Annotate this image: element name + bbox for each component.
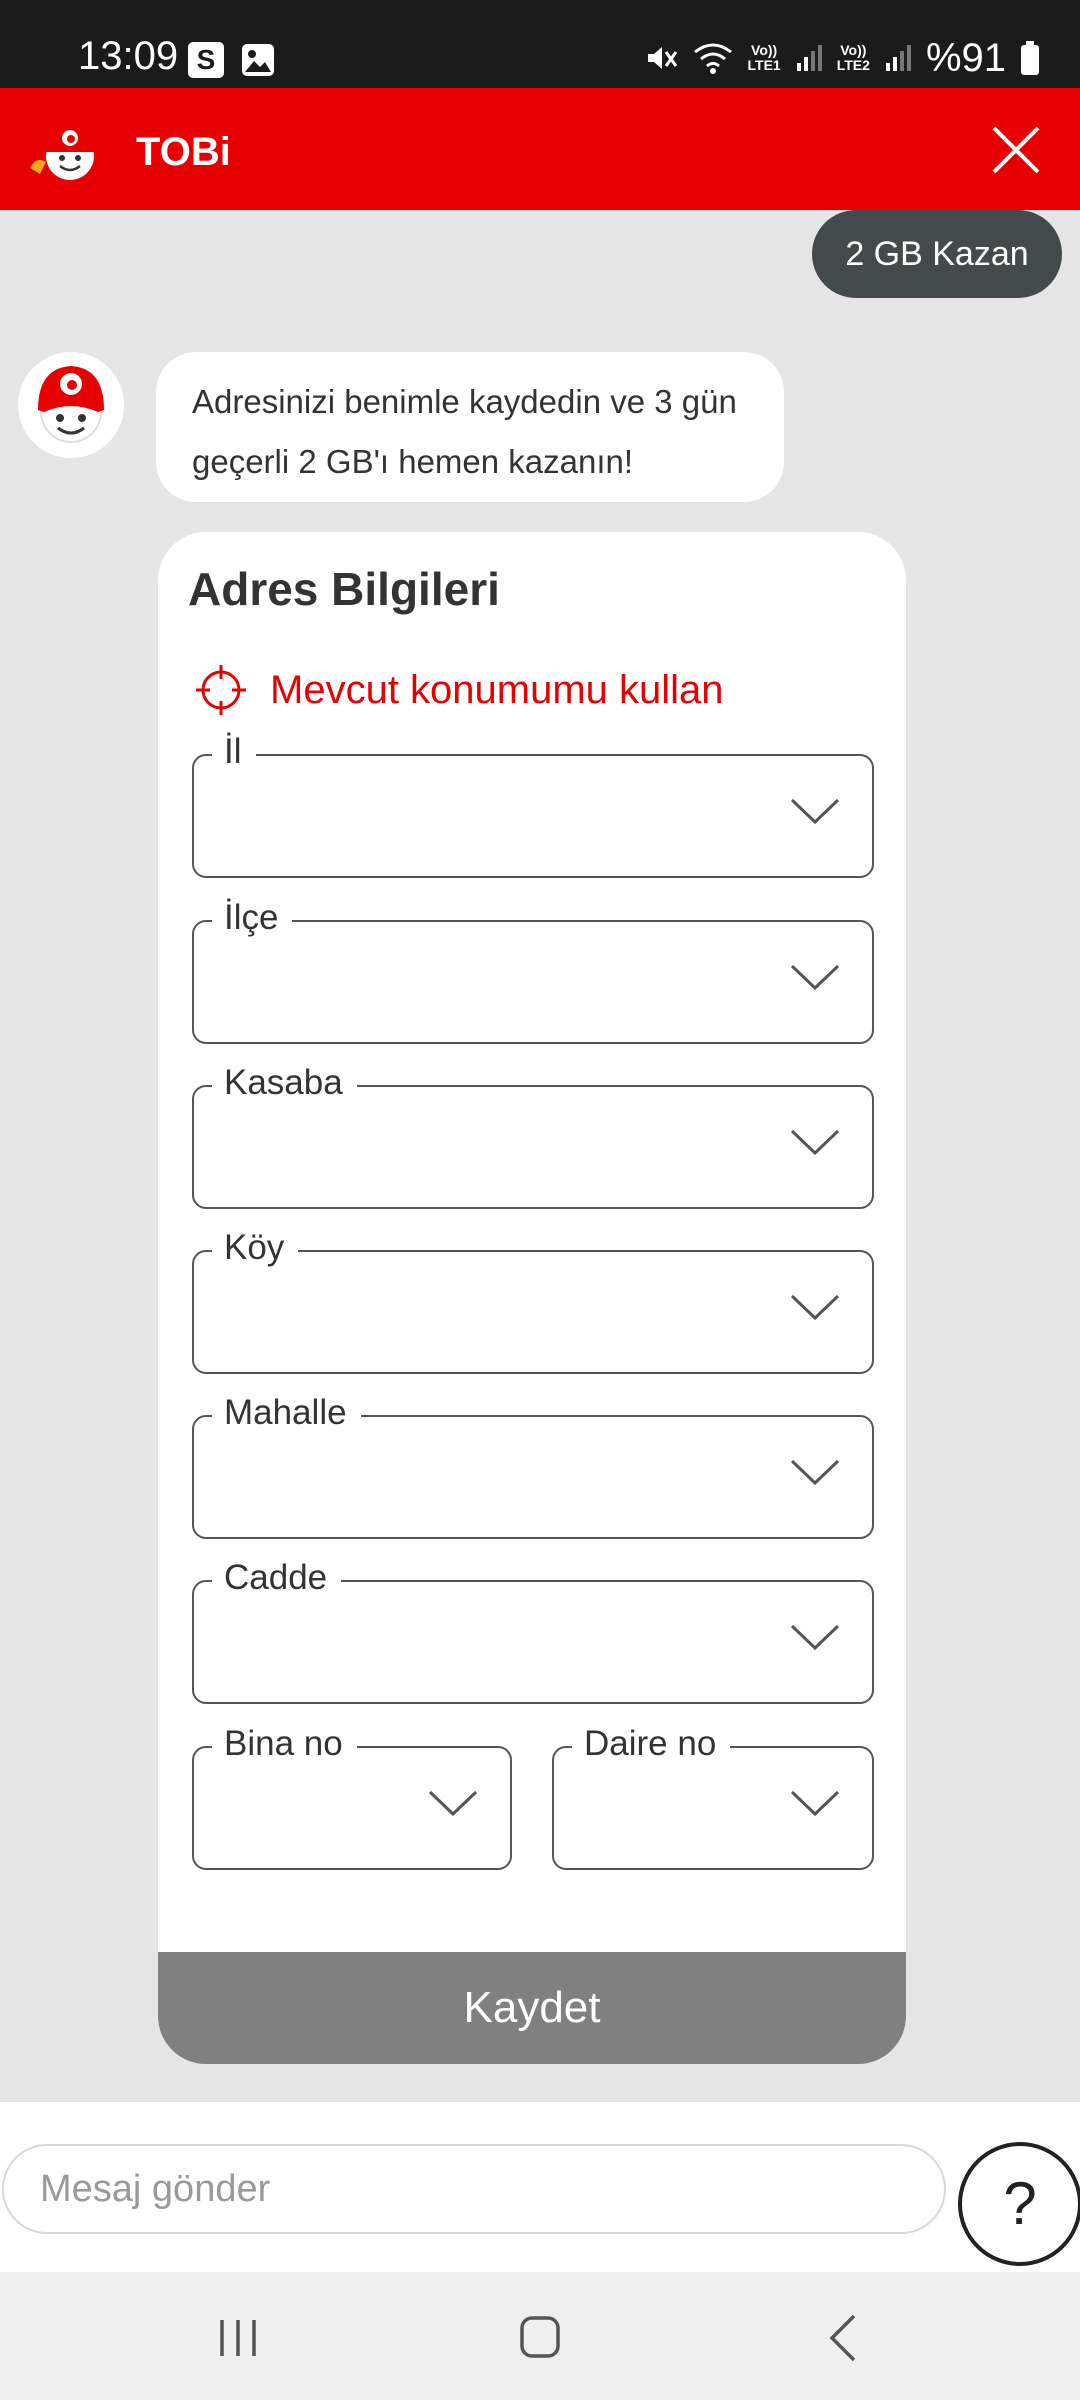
signal-icon [796, 45, 822, 71]
status-right: Vo)) LTE1 Vo)) LTE2 %91 [642, 34, 1040, 82]
koy-label: Köy [212, 1224, 299, 1272]
status-time: 13:09 [78, 34, 179, 78]
home-icon[interactable] [510, 2310, 570, 2366]
chevron-down-icon [790, 1129, 840, 1156]
network-1-vo: Vo)) [751, 42, 778, 58]
form-title: Adres Bilgileri [188, 563, 500, 615]
daire-no-label: Daire no [572, 1720, 731, 1768]
close-icon[interactable] [990, 124, 1042, 176]
bina-no-label: Bina no [212, 1720, 357, 1768]
chevron-down-icon [428, 1790, 478, 1817]
use-location-button[interactable]: Mevcut konumumu kullan [196, 650, 724, 730]
message-input-bar: ? [0, 2102, 1080, 2272]
quick-reply-chip[interactable]: 2 GB Kazan [812, 210, 1062, 298]
recent-apps-icon[interactable] [208, 2310, 268, 2366]
daire-no-select[interactable]: Daire no [552, 1720, 874, 1870]
message-input[interactable] [2, 2144, 946, 2234]
crosshair-icon [196, 665, 246, 715]
koy-select[interactable]: Köy [192, 1224, 874, 1374]
app-header: TOBi [0, 88, 1080, 210]
network-2-label: Vo)) LTE2 [837, 43, 870, 73]
chevron-down-icon [790, 1459, 840, 1486]
network-1-label: Vo)) LTE1 [748, 43, 781, 73]
chevron-down-icon [790, 798, 840, 825]
cadde-label: Cadde [212, 1554, 342, 1602]
network-1-lte: LTE1 [747, 57, 781, 73]
network-2-vo: Vo)) [840, 42, 867, 58]
s-app-icon: S [188, 42, 224, 78]
back-icon[interactable] [814, 2310, 874, 2366]
network-2-lte: LTE2 [836, 57, 870, 73]
cadde-select[interactable]: Cadde [192, 1554, 874, 1704]
gallery-icon [242, 44, 274, 76]
mahalle-label: Mahalle [212, 1389, 361, 1437]
bina-no-select[interactable]: Bina no [192, 1720, 512, 1870]
use-location-label: Mevcut konumumu kullan [270, 667, 724, 712]
il-label: İl [212, 728, 256, 776]
kasaba-label: Kasaba [212, 1059, 357, 1107]
bot-message-bubble: Adresinizi benimle kaydedin ve 3 gün geç… [156, 352, 784, 502]
mute-icon [647, 47, 677, 69]
status-bar: 13:09 S Vo)) LTE1 Vo)) LTE2 %91 [0, 0, 1080, 88]
signal-icon-2 [885, 45, 911, 71]
chevron-down-icon [790, 964, 840, 991]
help-button[interactable]: ? [958, 2142, 1080, 2266]
bot-avatar [18, 352, 124, 458]
ilce-select[interactable]: İlçe [192, 894, 874, 1044]
chevron-down-icon [790, 1624, 840, 1651]
wifi-icon [693, 43, 732, 74]
system-nav-bar [0, 2272, 1080, 2400]
address-form-card: Adres Bilgileri Mevcut konumumu kullan İ… [158, 532, 906, 2064]
chevron-down-icon [790, 1294, 840, 1321]
mahalle-select[interactable]: Mahalle [192, 1389, 874, 1539]
header-title: TOBi [136, 130, 231, 174]
battery-icon [1021, 41, 1039, 75]
kasaba-select[interactable]: Kasaba [192, 1059, 874, 1209]
battery-percent: %91 [925, 35, 1006, 80]
save-button[interactable]: Kaydet [158, 1952, 906, 2064]
il-select[interactable]: İl [192, 728, 874, 878]
chevron-down-icon [790, 1790, 840, 1817]
ilce-label: İlçe [212, 894, 293, 942]
tobi-logo-icon [30, 128, 94, 180]
